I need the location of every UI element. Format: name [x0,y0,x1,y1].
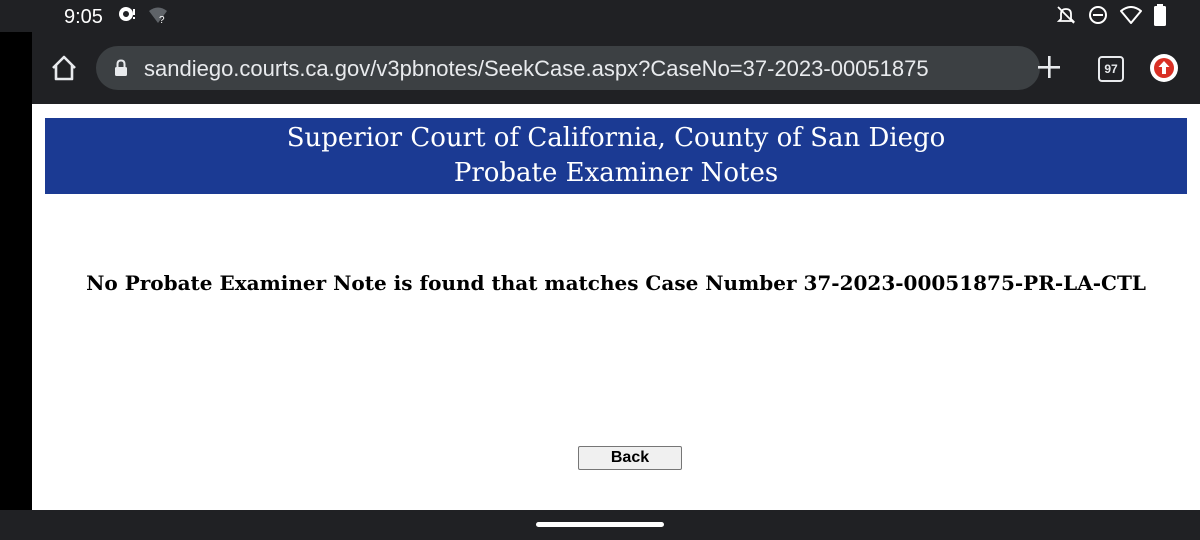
address-bar[interactable]: sandiego.courts.ca.gov/v3pbnotes/SeekCas… [96,46,1040,90]
navigation-bar [0,510,1200,540]
tab-switcher-icon[interactable]: 97 [1098,56,1124,82]
page-subtitle: Probate Examiner Notes [453,158,779,188]
notifications-off-icon [1056,5,1076,30]
do-not-disturb-icon [1088,5,1108,30]
plus-icon[interactable] [1034,52,1064,82]
url-text: sandiego.courts.ca.gov/v3pbnotes/SeekCas… [144,56,929,81]
update-icon[interactable] [1150,54,1178,82]
back-button[interactable]: Back [578,446,682,470]
court-title: Superior Court of California, County of … [286,123,946,153]
lock-icon [114,59,128,77]
wifi-question-icon: ? [148,6,168,29]
home-gesture-handle[interactable] [536,522,664,527]
web-page: Superior Court of California, County of … [32,104,1200,510]
svg-text:?: ? [159,15,165,24]
status-time: 9:05 [64,6,103,28]
wifi-icon [1120,5,1142,29]
home-icon[interactable] [50,54,78,82]
chat-bubble-icon [118,6,138,29]
no-results-message: No Probate Examiner Note is found that m… [86,271,1146,295]
page-header-banner: Superior Court of California, County of … [45,118,1187,194]
browser-toolbar: sandiego.courts.ca.gov/v3pbnotes/SeekCas… [32,32,1200,104]
status-bar: 9:05 ? [0,0,1200,32]
battery-icon [1154,3,1166,31]
